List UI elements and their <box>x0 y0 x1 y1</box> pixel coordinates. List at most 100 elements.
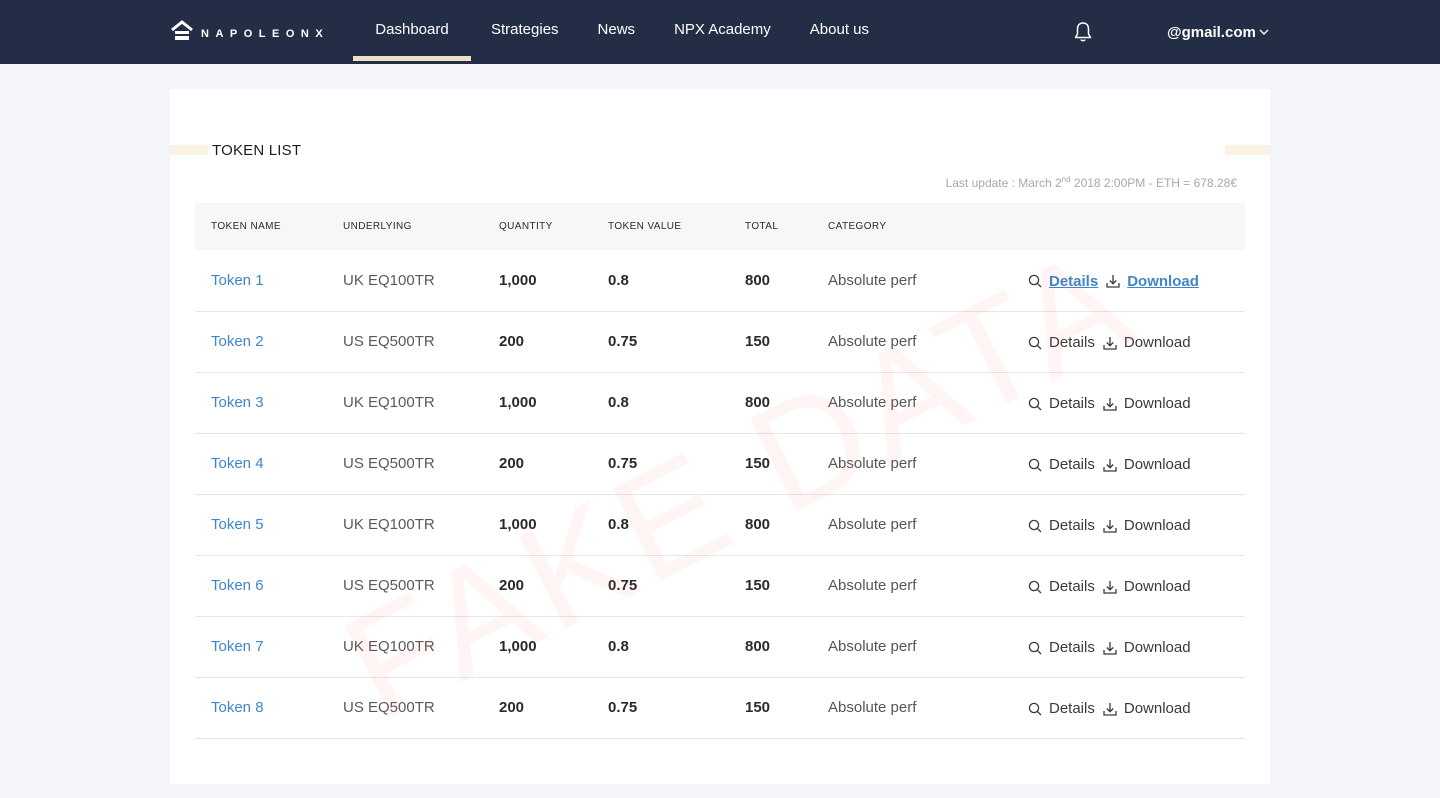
details-link[interactable]: Details <box>1028 578 1095 595</box>
download-label: Download <box>1123 517 1191 534</box>
token-value-cell: 0.8 <box>608 271 629 289</box>
underlying-cell: US EQ500TR <box>343 455 435 472</box>
card-title: TOKEN LIST <box>212 142 302 159</box>
table-header-row: TOKEN NAME UNDERLYING QUANTITY TOKEN VAL… <box>195 203 1245 250</box>
download-label: Download <box>1127 272 1199 290</box>
details-link[interactable]: Details <box>1028 639 1095 656</box>
token-name-link[interactable]: Token 2 <box>211 333 264 350</box>
actions-cell: Details Download <box>1028 494 1245 555</box>
details-link[interactable]: Details <box>1028 517 1095 534</box>
brand-logo[interactable]: NAPOLEONX <box>171 19 329 43</box>
token-value-cell: 0.75 <box>608 699 638 716</box>
actions-cell: Details Download <box>1028 555 1245 616</box>
category-cell: Absolute perf <box>828 333 917 350</box>
download-link[interactable]: Download <box>1106 273 1199 290</box>
total-cell: 150 <box>745 577 771 594</box>
token-value-cell: 0.8 <box>608 516 629 533</box>
token-value-cell: 0.8 <box>608 394 629 411</box>
row-actions: Details Download <box>1028 698 1245 717</box>
token-name-link[interactable]: Token 6 <box>211 577 264 594</box>
token-name-link[interactable]: Token 8 <box>211 699 264 716</box>
quantity-cell: 200 <box>499 333 525 350</box>
column-header-category: CATEGORY <box>828 221 887 232</box>
category-cell: Absolute perf <box>828 638 917 655</box>
token-name-link[interactable]: Token 1 <box>211 272 264 289</box>
details-link[interactable]: Details <box>1028 273 1098 290</box>
total-cell: 150 <box>745 455 771 472</box>
column-header-actions <box>1028 203 1245 250</box>
table-row: Token 8 US EQ500TR 200 0.75 150 Absolute… <box>195 677 1245 738</box>
underlying-cell: UK EQ100TR <box>343 394 435 411</box>
nav-npx-academy[interactable]: NPX Academy <box>674 0 771 64</box>
download-link[interactable]: Download <box>1103 700 1191 717</box>
token-name-link[interactable]: Token 3 <box>211 394 264 411</box>
search-icon <box>1028 702 1042 715</box>
title-accent-right <box>1225 145 1270 155</box>
download-label: Download <box>1123 395 1191 412</box>
download-link[interactable]: Download <box>1103 639 1191 656</box>
nav-strategies[interactable]: Strategies <box>491 0 559 64</box>
details-link[interactable]: Details <box>1028 700 1095 717</box>
category-cell: Absolute perf <box>828 699 917 716</box>
last-update-text: Last update : March 2nd 2018 2:00PM - ET… <box>945 175 1237 190</box>
token-value-cell: 0.75 <box>608 333 638 350</box>
underlying-cell: US EQ500TR <box>343 577 435 594</box>
quantity-cell: 1,000 <box>499 394 537 411</box>
details-link[interactable]: Details <box>1028 456 1095 473</box>
underlying-cell: UK EQ100TR <box>343 638 435 655</box>
search-icon <box>1028 519 1042 532</box>
table-row: Token 5 UK EQ100TR 1,000 0.8 800 Absolut… <box>195 494 1245 555</box>
search-icon <box>1028 641 1042 654</box>
details-label: Details <box>1049 700 1095 717</box>
column-header-underlying: UNDERLYING <box>343 221 412 232</box>
house-logo-icon <box>171 20 193 40</box>
download-link[interactable]: Download <box>1103 456 1191 473</box>
details-link[interactable]: Details <box>1028 334 1095 351</box>
token-name-link[interactable]: Token 5 <box>211 516 264 533</box>
table-row: Token 4 US EQ500TR 200 0.75 150 Absolute… <box>195 433 1245 494</box>
category-cell: Absolute perf <box>828 577 917 594</box>
download-label: Download <box>1123 700 1191 717</box>
total-cell: 150 <box>745 333 771 350</box>
nav-news[interactable]: News <box>598 0 636 64</box>
total-cell: 800 <box>745 638 771 655</box>
download-link[interactable]: Download <box>1103 334 1191 351</box>
table-row: Token 3 UK EQ100TR 1,000 0.8 800 Absolut… <box>195 372 1245 433</box>
search-icon <box>1028 397 1042 410</box>
total-cell: 800 <box>745 271 771 289</box>
bell-icon[interactable] <box>1074 21 1092 43</box>
download-icon <box>1103 519 1117 533</box>
table-row: Token 7 UK EQ100TR 1,000 0.8 800 Absolut… <box>195 616 1245 677</box>
row-actions: Details Download <box>1028 576 1245 595</box>
column-header-quantity: QUANTITY <box>499 221 553 232</box>
token-list-card: TOKEN LIST Last update : March 2nd 2018 … <box>170 89 1270 784</box>
total-cell: 800 <box>745 516 771 533</box>
title-accent-left <box>170 145 208 155</box>
download-icon <box>1106 275 1120 288</box>
token-name-link[interactable]: Token 7 <box>211 638 264 655</box>
underlying-cell: US EQ500TR <box>343 699 435 716</box>
details-label: Details <box>1049 395 1095 412</box>
actions-cell: Details Download <box>1028 677 1245 738</box>
total-cell: 150 <box>745 699 771 716</box>
column-header-total: TOTAL <box>745 221 779 232</box>
details-link[interactable]: Details <box>1028 395 1095 412</box>
category-cell: Absolute perf <box>828 516 917 533</box>
download-label: Download <box>1123 578 1191 595</box>
row-actions: Details Download <box>1028 271 1245 290</box>
token-name-link[interactable]: Token 4 <box>211 455 264 472</box>
account-menu[interactable]: @gmail.com <box>1167 20 1270 44</box>
search-icon <box>1028 580 1042 593</box>
underlying-cell: UK EQ100TR <box>343 271 435 289</box>
nav-about-us[interactable]: About us <box>810 0 869 64</box>
token-table: TOKEN NAME UNDERLYING QUANTITY TOKEN VAL… <box>195 203 1245 739</box>
quantity-cell: 1,000 <box>499 516 537 533</box>
row-actions: Details Download <box>1028 332 1245 351</box>
token-value-cell: 0.8 <box>608 638 629 655</box>
actions-cell: Details Download <box>1028 616 1245 677</box>
underlying-cell: US EQ500TR <box>343 333 435 350</box>
download-link[interactable]: Download <box>1103 517 1191 534</box>
download-link[interactable]: Download <box>1103 395 1191 412</box>
download-link[interactable]: Download <box>1103 578 1191 595</box>
nav-dashboard[interactable]: Dashboard <box>353 0 471 64</box>
